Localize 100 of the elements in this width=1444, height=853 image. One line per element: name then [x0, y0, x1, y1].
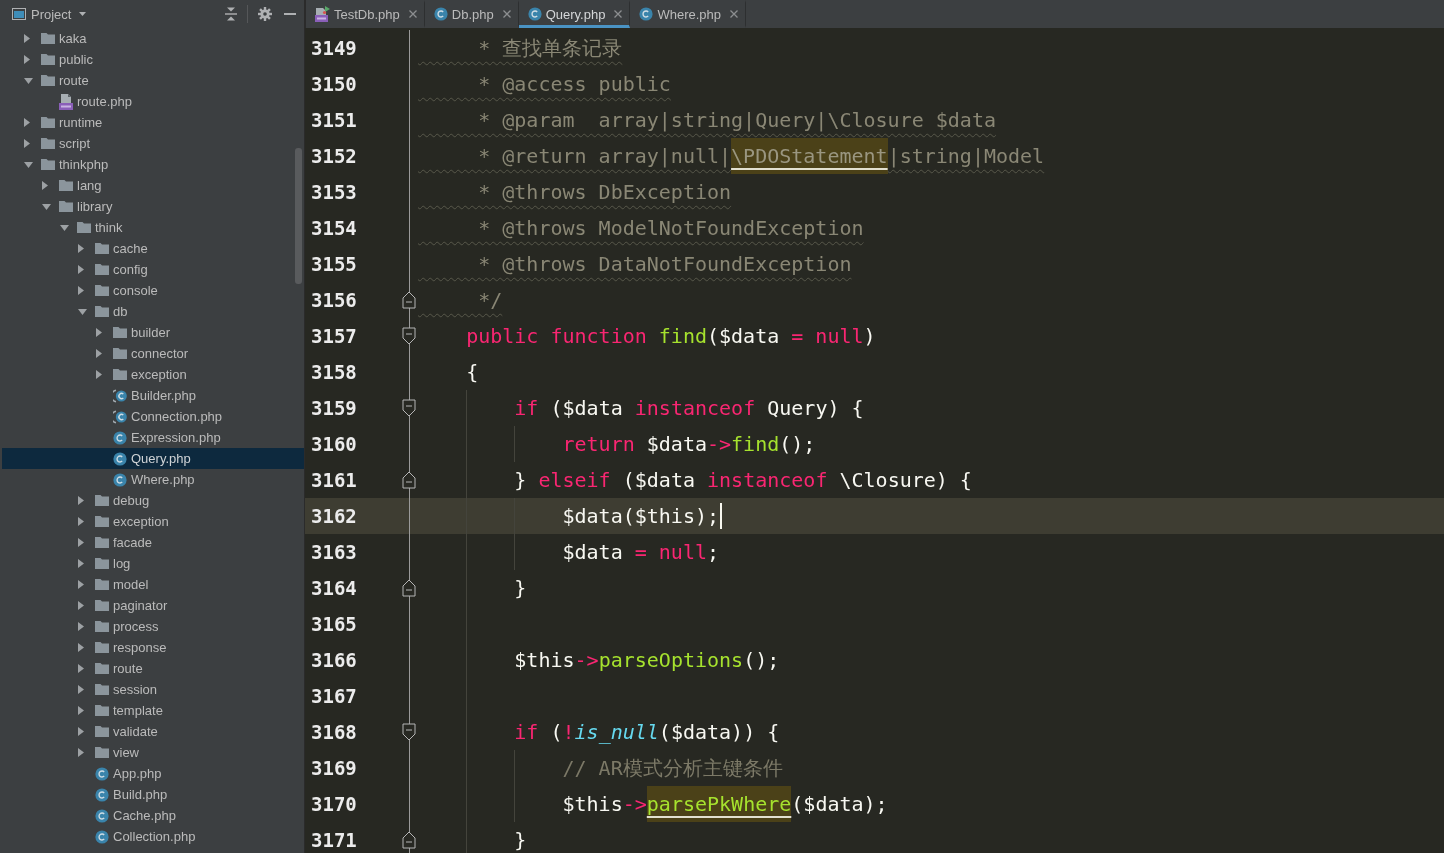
tree-item[interactable]: Expression.php	[2, 427, 304, 448]
tree-item[interactable]: public	[2, 49, 304, 70]
folder-icon	[95, 600, 109, 611]
tree-item[interactable]: Query.php	[2, 448, 304, 469]
caret-right-icon[interactable]	[96, 370, 102, 379]
tree-item[interactable]: route.php	[2, 91, 304, 112]
tree-item[interactable]: paginator	[2, 595, 304, 616]
tree-item[interactable]: session	[2, 679, 304, 700]
line-number: 3157	[311, 325, 357, 347]
fold-marker-icon[interactable]	[402, 471, 416, 489]
fold-marker-icon[interactable]	[402, 723, 416, 741]
tree-item[interactable]: process	[2, 616, 304, 637]
tree-item[interactable]: connector	[2, 343, 304, 364]
caret-right-icon[interactable]	[78, 517, 84, 526]
close-icon[interactable]	[408, 10, 417, 18]
caret-right-icon[interactable]	[78, 265, 84, 274]
tree-item[interactable]: db	[2, 301, 304, 322]
close-icon[interactable]	[614, 10, 623, 18]
line-number: 3158	[311, 361, 357, 383]
caret-down-icon[interactable]	[24, 77, 33, 84]
caret-right-icon[interactable]	[78, 748, 84, 757]
tree-item[interactable]: validate	[2, 721, 304, 742]
fold-marker-icon[interactable]	[402, 831, 416, 849]
caret-right-icon[interactable]	[78, 538, 84, 547]
tree-item[interactable]: view	[2, 742, 304, 763]
tree-item[interactable]: config	[2, 259, 304, 280]
fold-marker-icon[interactable]	[402, 579, 416, 597]
tree-item[interactable]: route	[2, 70, 304, 91]
tree-item[interactable]: exception	[2, 511, 304, 532]
code-line: // AR模式分析主键条件	[562, 755, 783, 782]
tree-item[interactable]: console	[2, 280, 304, 301]
settings-icon[interactable]	[258, 7, 272, 21]
abstract-class-icon	[113, 409, 127, 424]
tree-item[interactable]: log	[2, 553, 304, 574]
folder-icon	[59, 180, 73, 191]
fold-marker-icon[interactable]	[402, 399, 416, 417]
tree-item[interactable]: Build.php	[2, 784, 304, 805]
caret-right-icon[interactable]	[78, 244, 84, 253]
caret-right-icon[interactable]	[78, 664, 84, 673]
caret-down-icon[interactable]	[78, 308, 87, 315]
code-line: * @return array|null|\PDOStatement|string|Model	[418, 138, 1045, 174]
caret-down-icon[interactable]	[60, 224, 69, 231]
caret-right-icon[interactable]	[78, 580, 84, 589]
caret-right-icon[interactable]	[78, 706, 84, 715]
folder-icon	[95, 747, 109, 758]
tree-item[interactable]: Builder.php	[2, 385, 304, 406]
caret-right-icon[interactable]	[96, 349, 102, 358]
tree-item[interactable]: exception	[2, 364, 304, 385]
tree-item[interactable]: script	[2, 133, 304, 154]
caret-down-icon[interactable]	[42, 203, 51, 210]
tree-item[interactable]: template	[2, 700, 304, 721]
caret-right-icon[interactable]	[78, 622, 84, 631]
tree-item[interactable]: Connection.php	[2, 406, 304, 427]
caret-right-icon[interactable]	[78, 685, 84, 694]
tree-item[interactable]: App.php	[2, 763, 304, 784]
tree-item[interactable]: Collection.php	[2, 826, 304, 847]
project-view-dropdown[interactable]: Project	[10, 3, 89, 25]
close-icon[interactable]	[502, 10, 511, 18]
tree-item[interactable]: response	[2, 637, 304, 658]
tree-item[interactable]: library	[2, 196, 304, 217]
code-line: {	[466, 359, 479, 386]
tree-item[interactable]: thinkphp	[2, 154, 304, 175]
tree-item[interactable]: runtime	[2, 112, 304, 133]
tree-item[interactable]: Where.php	[2, 469, 304, 490]
tree-item[interactable]: lang	[2, 175, 304, 196]
caret-right-icon[interactable]	[42, 181, 48, 190]
caret-right-icon[interactable]	[24, 118, 30, 127]
tree-item[interactable]: facade	[2, 532, 304, 553]
caret-right-icon[interactable]	[24, 34, 30, 43]
collapse-all-icon[interactable]	[224, 7, 238, 21]
scrollbar-thumb[interactable]	[295, 148, 302, 284]
code-line: }	[514, 575, 527, 602]
caret-right-icon[interactable]	[78, 496, 84, 505]
line-number: 3153	[311, 181, 357, 203]
caret-right-icon[interactable]	[24, 139, 30, 148]
code-line: * @param array|string|Query|\Closure $data	[477, 107, 996, 134]
folder-icon	[41, 33, 55, 44]
tree-item[interactable]: model	[2, 574, 304, 595]
tree-item[interactable]: Cache.php	[2, 805, 304, 826]
tree-item[interactable]: kaka	[2, 28, 304, 49]
tree-item[interactable]: think	[2, 217, 304, 238]
close-icon[interactable]	[730, 10, 739, 18]
folder-icon	[41, 117, 55, 128]
tree-item[interactable]: route	[2, 658, 304, 679]
tree-item[interactable]: builder	[2, 322, 304, 343]
caret-down-icon[interactable]	[24, 161, 33, 168]
caret-right-icon[interactable]	[78, 643, 84, 652]
editor-tab[interactable]: Query.php	[518, 0, 631, 28]
caret-right-icon[interactable]	[96, 328, 102, 337]
fold-marker-icon[interactable]	[402, 291, 416, 309]
line-number: 3162	[311, 505, 357, 527]
tree-item[interactable]: debug	[2, 490, 304, 511]
caret-right-icon[interactable]	[78, 286, 84, 295]
caret-right-icon[interactable]	[78, 559, 84, 568]
caret-right-icon[interactable]	[24, 55, 30, 64]
fold-marker-icon[interactable]	[402, 327, 416, 345]
tree-item[interactable]: cache	[2, 238, 304, 259]
caret-right-icon[interactable]	[78, 727, 84, 736]
caret-right-icon[interactable]	[78, 601, 84, 610]
folder-icon	[95, 684, 109, 695]
